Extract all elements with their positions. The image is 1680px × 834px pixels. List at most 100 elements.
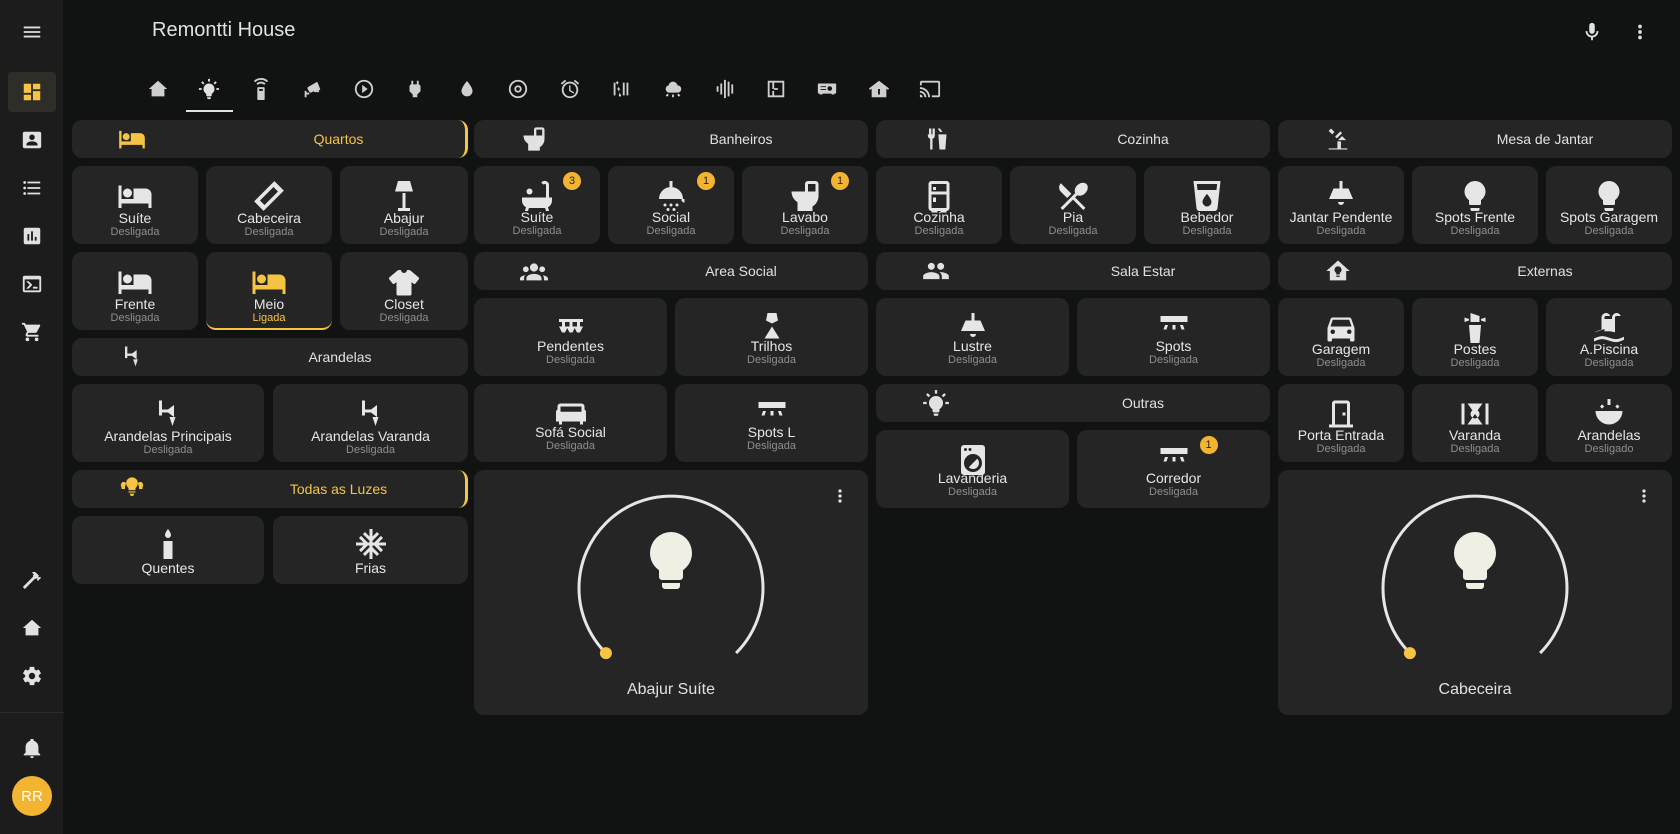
avatar[interactable]: RR: [12, 776, 52, 816]
light-button-porta-entrada[interactable]: Porta Entrada Desligada: [1278, 384, 1404, 462]
tab-power-plug-icon[interactable]: [390, 64, 442, 114]
light-button-cozinha[interactable]: Cozinha Desligada: [876, 166, 1002, 244]
brightness-dial[interactable]: [474, 470, 868, 675]
tab-weather-partly-icon[interactable]: [647, 64, 699, 114]
light-button-pia[interactable]: Pia Desligada: [1010, 166, 1136, 244]
button-name: Meio: [253, 296, 285, 312]
lightbulb-icon[interactable]: [650, 532, 692, 589]
tab-water-icon[interactable]: [441, 64, 493, 114]
section-header[interactable]: Cozinha: [876, 120, 1270, 158]
light-button-closet[interactable]: Closet Desligada: [340, 252, 468, 330]
light-button-social[interactable]: Social Desligada 1: [608, 166, 734, 244]
tab-home-roof-icon[interactable]: [853, 64, 905, 114]
tab-robot-vacuum-icon[interactable]: [493, 64, 545, 114]
button-state: Ligada: [252, 312, 286, 324]
light-button-frente[interactable]: Frente Desligada: [72, 252, 198, 330]
light-button-suite[interactable]: Suíte Desligada: [72, 166, 198, 244]
chart-icon[interactable]: [8, 216, 56, 256]
terminal-icon[interactable]: [8, 264, 56, 304]
light-button-lustre[interactable]: Lustre Desligada: [876, 298, 1069, 376]
bed-icon: [117, 124, 147, 154]
button-state: Desligada: [1149, 354, 1198, 366]
light-button-varanda[interactable]: Varanda Desligada: [1412, 384, 1538, 462]
section-title: Outras: [1121, 395, 1164, 411]
light-button-garagem[interactable]: Garagem Desligada: [1278, 298, 1404, 376]
button-state: Desligada: [379, 226, 429, 238]
brightness-dial[interactable]: [1278, 470, 1672, 675]
light-button-spots-frente[interactable]: Spots Frente Desligada: [1412, 166, 1538, 244]
section-title: Externas: [1517, 263, 1573, 279]
microphone-icon[interactable]: [1576, 16, 1608, 48]
light-button-spots-l[interactable]: Spots L Desligada: [675, 384, 868, 462]
light-button-quentes[interactable]: Quentes: [72, 516, 264, 584]
settings-icon[interactable]: [8, 656, 56, 696]
light-button-arandelas-principais[interactable]: Arandelas Principais Desligada: [72, 384, 264, 462]
tab-remote-icon[interactable]: [235, 64, 287, 114]
button-name: Arandelas Principais: [104, 428, 232, 444]
brightness-handle[interactable]: [599, 647, 612, 660]
section-header[interactable]: Area Social: [474, 252, 868, 290]
tab-cast-icon[interactable]: [905, 64, 957, 114]
home-lightning-icon[interactable]: [8, 608, 56, 648]
button-state: Desligada: [1182, 225, 1232, 237]
light-button-arandelas[interactable]: Arandelas Desligado: [1546, 384, 1672, 462]
tab-alarm-clock-icon[interactable]: [544, 64, 596, 114]
button-name: Abajur: [383, 210, 425, 226]
bell-icon[interactable]: [8, 728, 56, 768]
section-header[interactable]: Quartos: [72, 120, 468, 158]
lightbulb-icon[interactable]: [1454, 532, 1496, 589]
light-button-jantar-pendente[interactable]: Jantar Pendente Desligada: [1278, 166, 1404, 244]
light-button-meio[interactable]: Meio Ligada: [206, 252, 332, 330]
tab-vibrate-icon[interactable]: [699, 64, 751, 114]
button-name: Cabeceira: [237, 210, 301, 226]
light-button-trilhos[interactable]: Trilhos Desligada: [675, 298, 868, 376]
light-button-spots-garagem[interactable]: Spots Garagem Desligada: [1546, 166, 1672, 244]
badge: 3: [563, 172, 581, 190]
list-icon[interactable]: [8, 168, 56, 208]
people-group-icon: [519, 256, 549, 286]
light-button-frias[interactable]: Frias: [273, 516, 468, 584]
light-button-lavanderia[interactable]: Lavanderia Desligada: [876, 430, 1069, 508]
light-button-bebedor[interactable]: Bebedor Desligada: [1144, 166, 1270, 244]
cart-icon[interactable]: [8, 312, 56, 352]
brightness-handle[interactable]: [1403, 647, 1416, 660]
light-button-a-piscina[interactable]: A.Piscina Desligada: [1546, 298, 1672, 376]
button-state: Desligada: [1450, 443, 1500, 455]
section-header[interactable]: Banheiros: [474, 120, 868, 158]
section-header[interactable]: Outras: [876, 384, 1270, 422]
toilet-icon: [519, 124, 549, 154]
light-button-abajur[interactable]: Abajur Desligada: [340, 166, 468, 244]
button-state: Desligada: [1316, 443, 1366, 455]
button-state: Desligada: [646, 225, 696, 237]
tab-floor-plan-icon[interactable]: [750, 64, 802, 114]
tab-projector-icon[interactable]: [802, 64, 854, 114]
hammer-icon[interactable]: [8, 560, 56, 600]
tab-lightbulb-icon[interactable]: [184, 64, 236, 114]
section-header[interactable]: Todas as Luzes: [72, 470, 468, 508]
tab-cctv-icon[interactable]: [287, 64, 339, 114]
tab-radiator-icon[interactable]: [596, 64, 648, 114]
light-button-postes[interactable]: Postes Desligada: [1412, 298, 1538, 376]
light-button-cabeceira[interactable]: Cabeceira Desligada: [206, 166, 332, 244]
menu-icon[interactable]: [16, 16, 48, 48]
light-button-spots[interactable]: Spots Desligada: [1077, 298, 1270, 376]
section-header[interactable]: Mesa de Jantar: [1278, 120, 1672, 158]
person-card-icon[interactable]: [8, 120, 56, 160]
light-button-suite[interactable]: Suíte Desligada 3: [474, 166, 600, 244]
section-title: Quartos: [313, 131, 364, 147]
light-button-pendentes[interactable]: Pendentes Desligada: [474, 298, 667, 376]
section-header[interactable]: Externas: [1278, 252, 1672, 290]
light-button-corredor[interactable]: Corredor Desligada 1: [1077, 430, 1270, 508]
button-state: Desligada: [1450, 225, 1500, 237]
button-name: Suíte: [118, 210, 152, 226]
tab-home-lightning-icon[interactable]: [132, 64, 184, 114]
more-vert-icon[interactable]: [1624, 16, 1656, 48]
section-header[interactable]: Arandelas: [72, 338, 468, 376]
light-button-arandelas-varanda[interactable]: Arandelas Varanda Desligada: [273, 384, 468, 462]
section-header[interactable]: Sala Estar: [876, 252, 1270, 290]
tab-play-circle-icon[interactable]: [338, 64, 390, 114]
page-title: Remontti House: [152, 19, 296, 41]
dashboard-icon[interactable]: [8, 72, 56, 112]
light-button-sofa-social[interactable]: Sofá Social Desligada: [474, 384, 667, 462]
light-button-lavabo[interactable]: Lavabo Desligada 1: [742, 166, 868, 244]
